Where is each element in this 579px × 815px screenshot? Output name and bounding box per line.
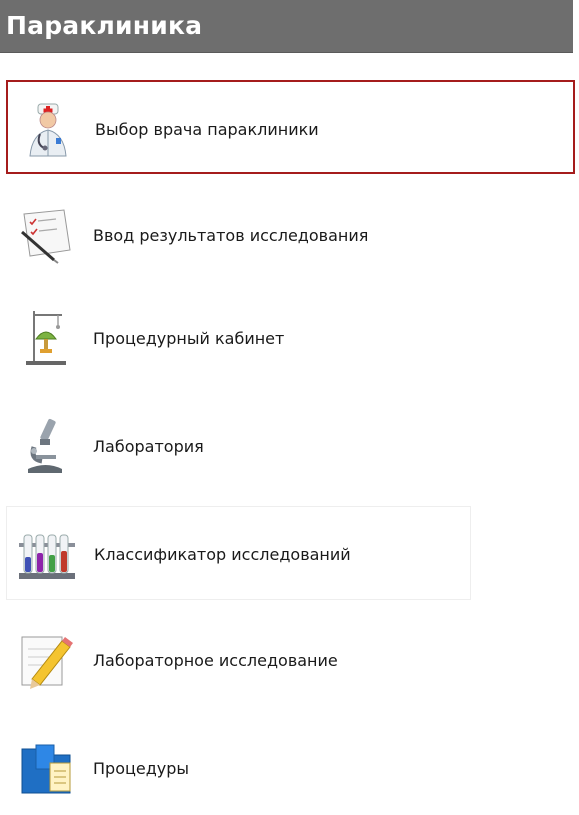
menu-item-enter-results[interactable]: Ввод результатов исследования [6, 188, 575, 282]
menu-item-procedures[interactable]: Процедуры [6, 721, 575, 815]
documents-folder-icon [14, 735, 78, 799]
menu-item-lab-research[interactable]: Лабораторное исследование [6, 613, 575, 707]
menu-item-label: Классификатор исследований [94, 545, 351, 564]
procedure-stand-icon [14, 305, 78, 369]
menu-item-label: Процедуры [93, 759, 190, 778]
menu-item-label: Процедурный кабинет [93, 329, 285, 348]
menu-item-label: Лабораторное исследование [93, 651, 338, 670]
pencil-notepad-icon [14, 627, 78, 691]
menu-item-select-doctor[interactable]: Выбор врача параклиники [6, 80, 575, 174]
menu-item-label: Выбор врача параклиники [95, 120, 319, 139]
menu-item-procedure-room[interactable]: Процедурный кабинет [6, 291, 575, 385]
clipboard-pen-icon [14, 202, 78, 266]
test-tubes-icon [15, 521, 79, 585]
panel-header: Параклиника [0, 0, 573, 53]
panel-title: Параклиника [6, 11, 203, 40]
menu-item-label: Ввод результатов исследования [93, 226, 369, 245]
menu-item-research-classifier[interactable]: Классификатор исследований [6, 506, 471, 600]
menu-item-label: Лаборатория [93, 437, 204, 456]
doctor-icon [16, 96, 80, 160]
menu-item-laboratory[interactable]: Лаборатория [6, 399, 575, 493]
microscope-icon [14, 413, 78, 477]
